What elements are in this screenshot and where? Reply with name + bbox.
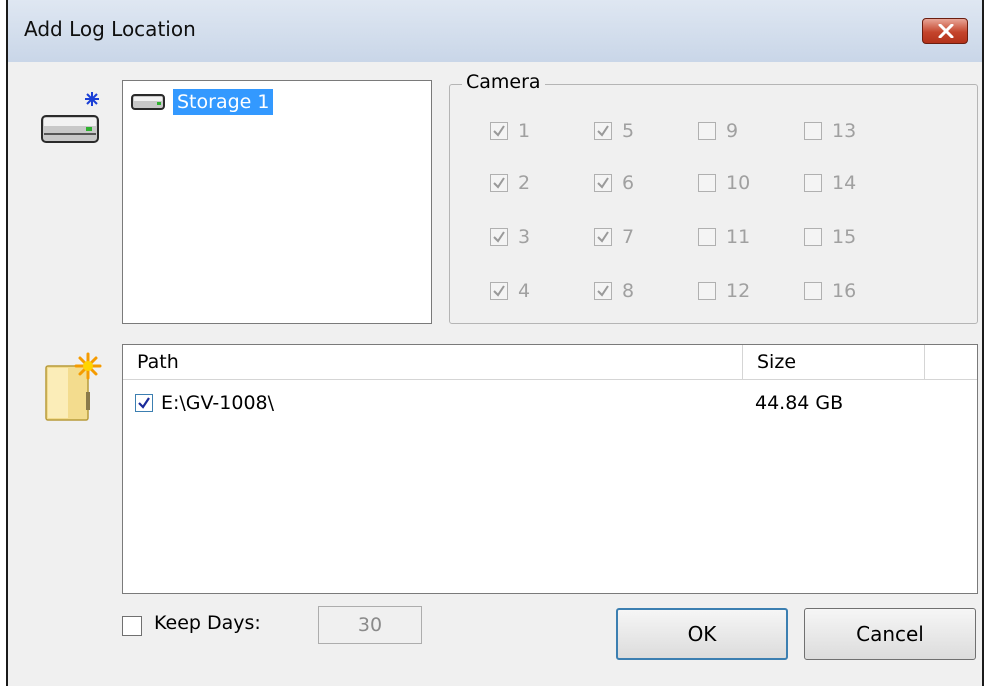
- drive-icon: [131, 94, 165, 110]
- row-path: E:\GV-1008\: [161, 392, 275, 414]
- add-storage-icon: [41, 92, 99, 143]
- checkbox-box: [594, 282, 612, 300]
- checkbox-box: [804, 282, 822, 300]
- ok-button[interactable]: OK: [616, 608, 788, 660]
- checkbox-box: [594, 228, 612, 246]
- checkmark-icon: [597, 125, 609, 137]
- column-header-size[interactable]: Size: [743, 345, 925, 379]
- checkbox-box: [698, 282, 716, 300]
- camera-number: 5: [622, 120, 635, 142]
- camera-number: 14: [832, 172, 857, 194]
- tree-item-label: Storage 1: [173, 89, 274, 115]
- checkbox-box: [804, 174, 822, 192]
- close-icon: [938, 24, 954, 38]
- checkbox-box: [594, 174, 612, 192]
- checkbox-box: [804, 122, 822, 140]
- camera-number: 7: [622, 226, 635, 248]
- column-header-path[interactable]: Path: [123, 345, 743, 379]
- checkbox-box: [594, 122, 612, 140]
- checkmark-icon: [597, 177, 609, 189]
- camera-number: 4: [518, 280, 531, 302]
- camera-number: 15: [832, 226, 857, 248]
- camera-number: 1: [518, 120, 531, 142]
- checkbox-box: [490, 282, 508, 300]
- add-storage-button[interactable]: [36, 90, 106, 148]
- path-list[interactable]: Path Size E:\GV-1008\ 44.84 GB: [122, 344, 978, 594]
- keep-days-input[interactable]: 30: [318, 606, 422, 644]
- checkbox-box: [490, 174, 508, 192]
- checkbox-box: [804, 228, 822, 246]
- checkmark-icon: [493, 285, 505, 297]
- camera-number: 3: [518, 226, 531, 248]
- camera-number: 12: [726, 280, 751, 302]
- table-row[interactable]: E:\GV-1008\ 44.84 GB: [123, 389, 977, 417]
- camera-number: 9: [726, 120, 739, 142]
- dialog-title: Add Log Location: [24, 17, 196, 41]
- camera-number: 10: [726, 172, 751, 194]
- checkmark-icon: [138, 397, 150, 409]
- checkbox-box: [490, 228, 508, 246]
- keep-days-label: Keep Days:: [154, 612, 261, 634]
- camera-number: 6: [622, 172, 635, 194]
- camera-number: 11: [726, 226, 751, 248]
- checkbox-box: [698, 122, 716, 140]
- row-size: 44.84 GB: [755, 392, 844, 414]
- checkbox-box: [698, 174, 716, 192]
- camera-number: 16: [832, 280, 857, 302]
- cancel-button[interactable]: Cancel: [804, 608, 976, 660]
- row-checkbox[interactable]: [135, 394, 153, 412]
- camera-number: 8: [622, 280, 635, 302]
- checkmark-icon: [597, 285, 609, 297]
- add-log-location-dialog: Add Log Location Storage 1 Camera 1 2 3 …: [6, 0, 984, 686]
- camera-group-label: Camera: [462, 71, 545, 93]
- checkmark-icon: [493, 125, 505, 137]
- checkmark-icon: [493, 231, 505, 243]
- list-header: Path Size: [123, 345, 977, 380]
- camera-number: 13: [832, 120, 857, 142]
- checkmark-icon: [597, 231, 609, 243]
- title-bar: Add Log Location: [8, 0, 982, 62]
- storage-tree[interactable]: Storage 1: [122, 80, 432, 324]
- add-folder-button[interactable]: [42, 352, 104, 424]
- checkmark-icon: [493, 177, 505, 189]
- checkbox-box: [490, 122, 508, 140]
- keep-days-checkbox[interactable]: [122, 616, 142, 636]
- checkbox-box: [698, 228, 716, 246]
- camera-number: 2: [518, 172, 531, 194]
- add-folder-icon: [45, 352, 102, 421]
- close-button[interactable]: [922, 18, 968, 44]
